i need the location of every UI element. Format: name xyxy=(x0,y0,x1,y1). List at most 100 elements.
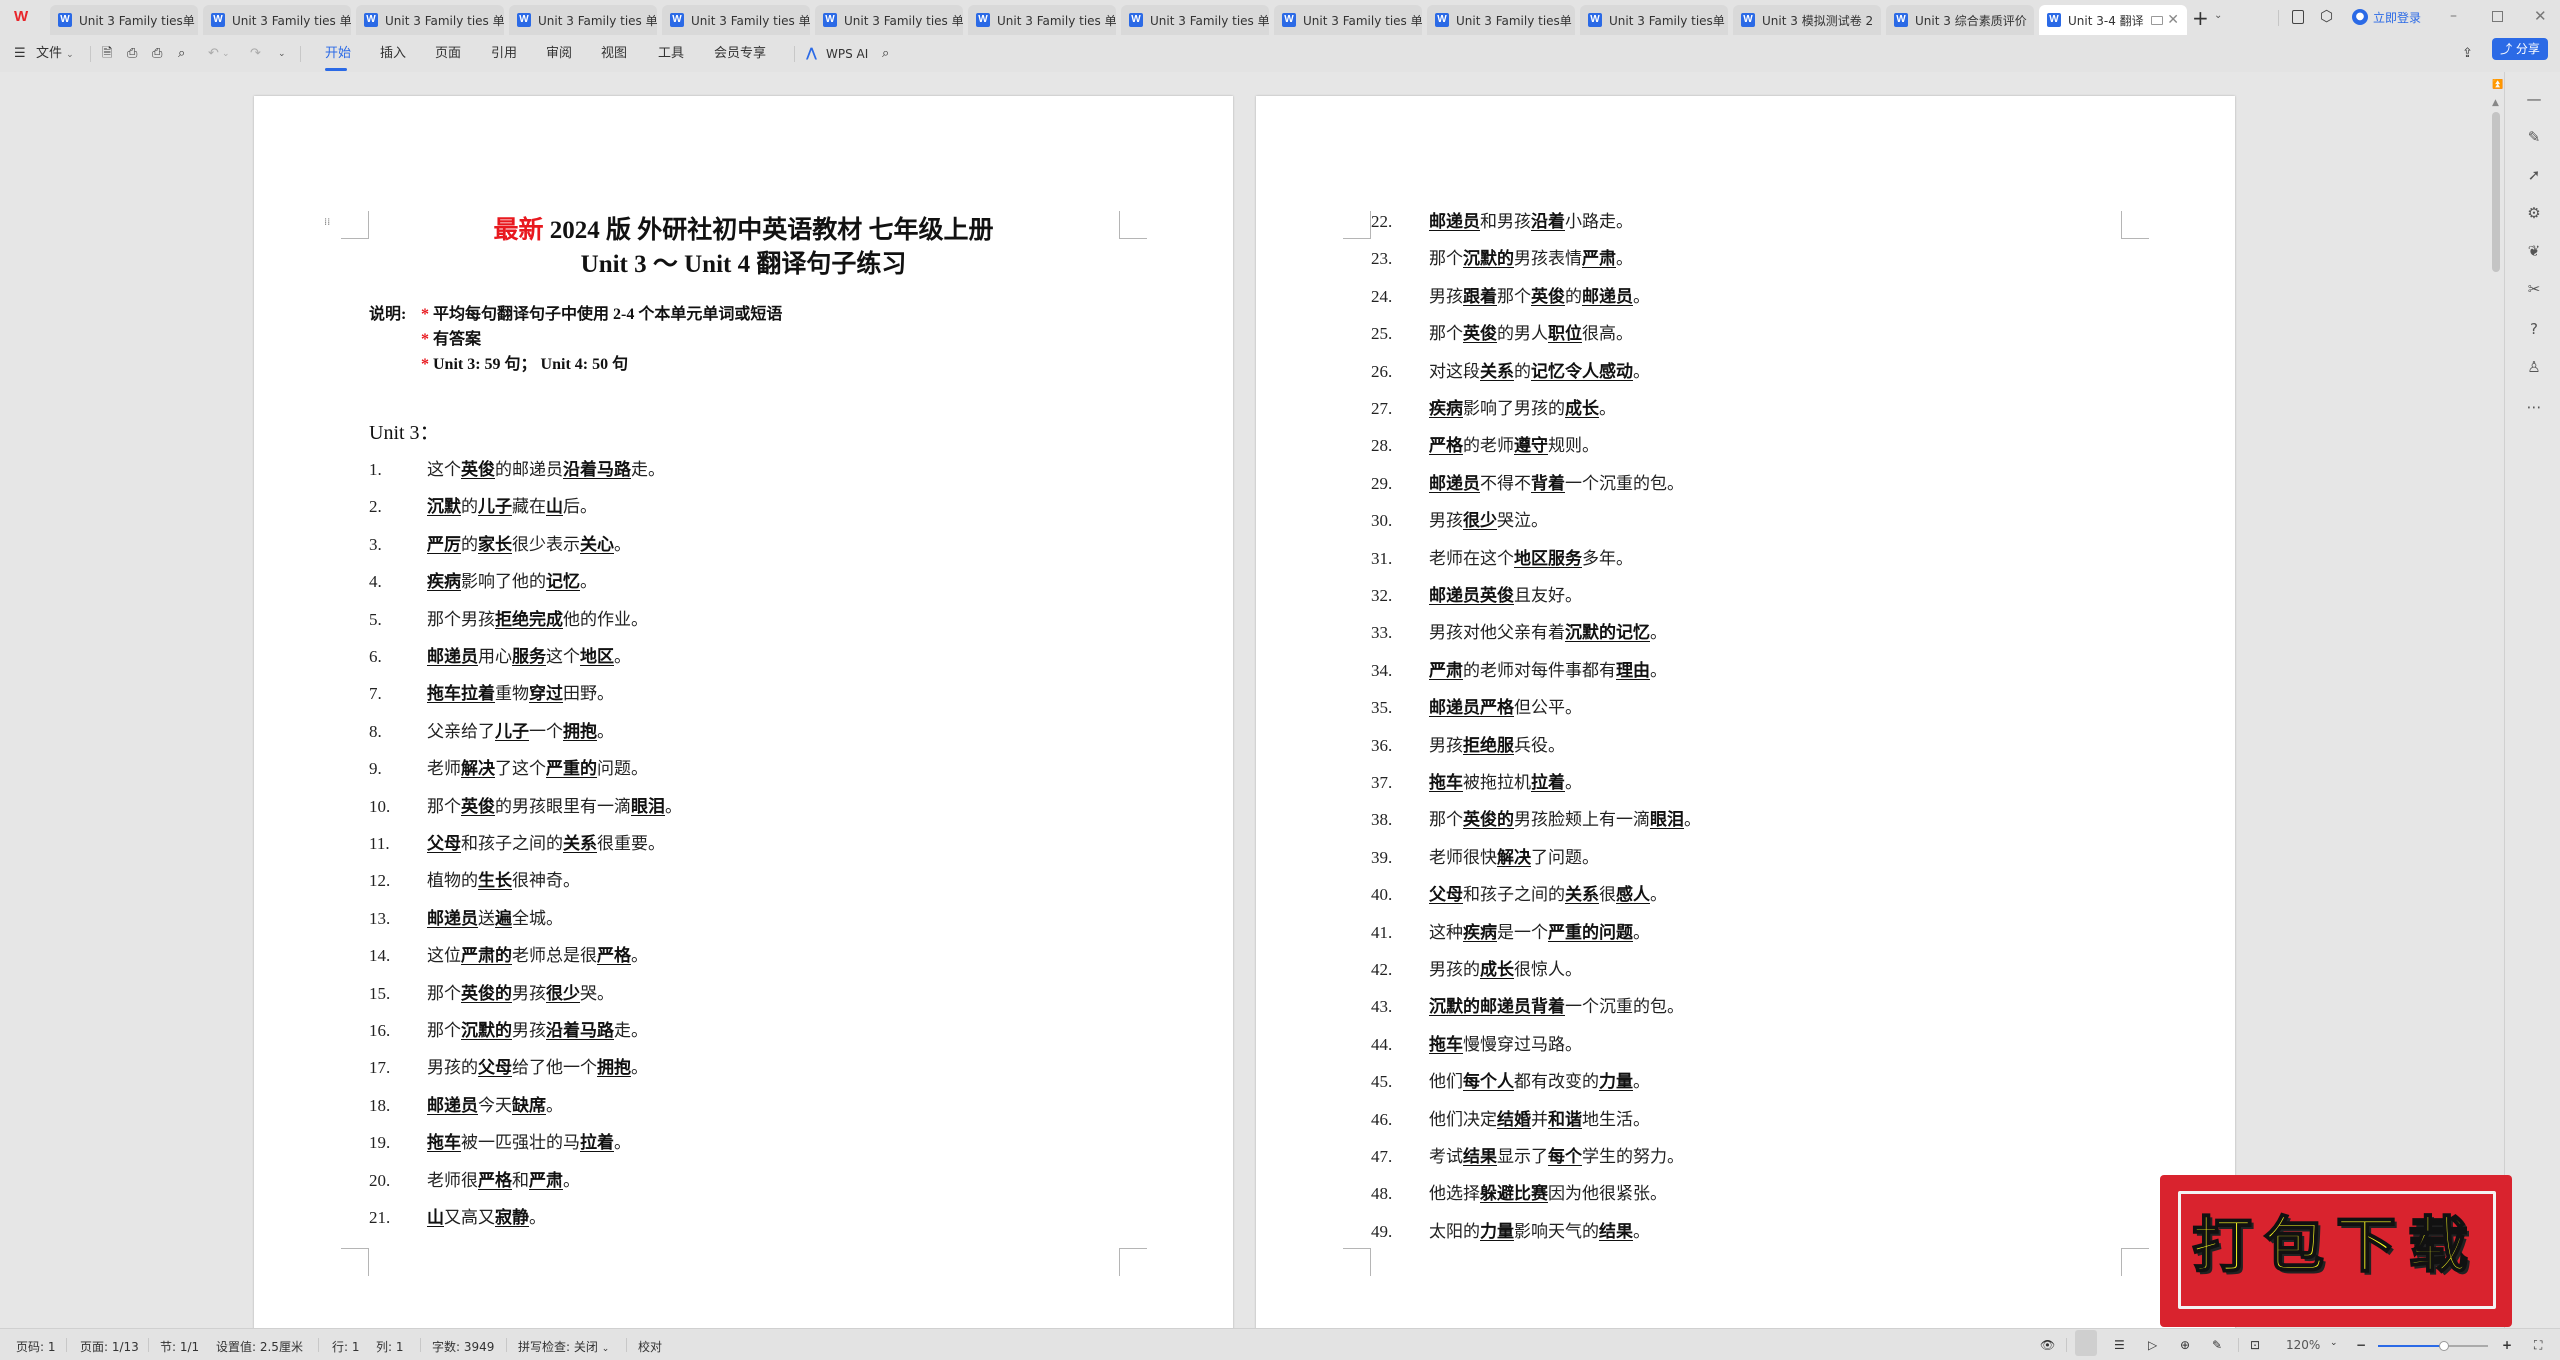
print-icon[interactable]: ⎙ xyxy=(152,44,162,64)
text-segment: 太阳的 xyxy=(1429,1221,1480,1242)
zoom-slider-handle[interactable] xyxy=(2439,1341,2449,1351)
export-pdf-icon[interactable]: ⎙ xyxy=(127,44,137,64)
text-segment: 和孩子之间的 xyxy=(1463,885,1565,906)
sentence-number: 13. xyxy=(369,908,391,928)
more-chevron-icon[interactable]: ⌄ xyxy=(278,44,286,64)
select-cursor-icon[interactable]: ➚ xyxy=(2525,166,2543,184)
keyword: 父母 xyxy=(1429,885,1463,906)
keyword: 很少 xyxy=(546,983,580,1004)
share-button[interactable]: ⤴ 分享 xyxy=(2492,38,2548,60)
cube-icon[interactable]: ⬡ xyxy=(2320,7,2333,25)
tab-label: Unit 3 Family ties单 xyxy=(1456,13,1572,28)
sentence-number: 15. xyxy=(369,983,391,1003)
ribbon-tab[interactable]: 工具 xyxy=(658,44,684,64)
keyword: 力量 xyxy=(1599,1072,1633,1093)
undo-icon[interactable]: ↶ xyxy=(208,44,219,64)
document-tab[interactable]: W Unit 3 Family ties 单 xyxy=(1274,5,1422,35)
column-info: 列: 1 xyxy=(376,1340,404,1354)
collapse-panel-icon[interactable]: — xyxy=(2525,90,2543,108)
document-tab[interactable]: W Unit 3 模拟测试卷 2 xyxy=(1733,5,1881,35)
adjust-sliders-icon[interactable]: ⚙ xyxy=(2525,204,2543,222)
tools-icon[interactable]: ✂ xyxy=(2525,280,2543,298)
document-tab[interactable]: W Unit 3 综合素质评价 xyxy=(1886,5,2034,35)
note-item: * 平均每句翻译句子中使用 2-4 个本单元单词或短语 xyxy=(421,306,783,323)
text-segment: 很重要。 xyxy=(597,834,665,854)
zoom-chevron-icon[interactable]: ⌄ xyxy=(2330,1338,2338,1348)
print-preview-icon[interactable]: ⌕ xyxy=(178,44,185,64)
setting-value[interactable]: 设置值: 2.5厘米 xyxy=(216,1338,303,1355)
close-window-button[interactable]: ✕ xyxy=(2534,7,2547,25)
pen-mode-icon[interactable]: ✎ xyxy=(2212,1338,2222,1352)
keyword: 山 xyxy=(546,497,563,518)
document-tab[interactable]: W Unit 3-4 翻译 ✕ xyxy=(2039,5,2187,35)
skin-shirt-icon[interactable]: ♙ xyxy=(2525,358,2543,376)
login-link[interactable]: 立即登录 xyxy=(2373,9,2421,26)
more-options-icon[interactable]: ⋯ xyxy=(2525,398,2543,416)
vertical-scrollbar[interactable] xyxy=(2492,112,2500,272)
zoom-level[interactable]: 120% xyxy=(2286,1338,2320,1352)
new-tab-button[interactable]: + xyxy=(2192,6,2209,30)
fullscreen-icon[interactable]: ⛶ xyxy=(2534,1338,2542,1353)
document-tab[interactable]: W Unit 3 Family ties单 xyxy=(50,5,198,35)
restore-button[interactable] xyxy=(2492,11,2503,22)
reading-mode-eye-icon[interactable]: 👁 xyxy=(2040,1338,2055,1352)
zoom-in-button[interactable]: + xyxy=(2502,1338,2512,1352)
document-tab[interactable]: W Unit 3 Family ties 单 xyxy=(356,5,504,35)
undo-chevron-icon[interactable]: ⌄ xyxy=(222,44,230,64)
outline-view-icon[interactable]: ☰ xyxy=(2114,1338,2125,1352)
word-count[interactable]: 字数: 3949 xyxy=(432,1338,494,1355)
spell-check-toggle[interactable]: 拼写检查: 关闭 ⌄ xyxy=(518,1338,609,1355)
sentence-text: 那个英俊的男孩眼里有一滴眼泪。 xyxy=(427,792,682,822)
scroll-up-icon[interactable]: ▲ xyxy=(2492,98,2499,108)
word-doc-icon: W xyxy=(1129,13,1143,27)
page-count[interactable]: 页面: 1/13 xyxy=(80,1338,139,1355)
redo-icon[interactable]: ↷ xyxy=(250,44,261,64)
page-number[interactable]: 页码: 1 xyxy=(16,1338,56,1355)
cloud-upload-icon[interactable]: ⇪ xyxy=(2462,44,2473,64)
download-package-banner[interactable]: 打包下载 xyxy=(2160,1175,2512,1327)
keyword: 寂静 xyxy=(495,1208,529,1228)
text-segment: 被拖拉机 xyxy=(1463,773,1531,793)
ribbon-tab[interactable]: 审阅 xyxy=(546,44,572,64)
section-info[interactable]: 节: 1/1 xyxy=(160,1338,199,1355)
close-tab-icon[interactable]: ✕ xyxy=(2167,12,2179,28)
help-icon[interactable]: ? xyxy=(2525,320,2543,338)
ribbon-tab[interactable]: 页面 xyxy=(435,44,461,64)
minimize-button[interactable]: – xyxy=(2450,8,2457,24)
document-tab[interactable]: W Unit 3 Family ties 单 xyxy=(509,5,657,35)
document-page-1[interactable]: ⁞⁞ 最新 2024 版 外研社初中英语教材 七年级上册 Unit 3 ～ Un… xyxy=(254,96,1233,1336)
wps-ai-button[interactable]: WPS AI xyxy=(826,44,868,64)
ribbon-tab[interactable]: 插入 xyxy=(380,44,406,64)
pen-edit-icon[interactable]: ✎ xyxy=(2525,128,2543,146)
document-tab[interactable]: W Unit 3 Family ties单 xyxy=(1427,5,1575,35)
style-brush-icon[interactable]: ❦ xyxy=(2525,242,2543,260)
ribbon-tab[interactable]: 开始 xyxy=(325,44,351,64)
proofread-button[interactable]: 校对 xyxy=(638,1338,662,1355)
document-tab[interactable]: W Unit 3 Family ties单 xyxy=(1580,5,1728,35)
hamburger-menu-icon[interactable]: ☰ xyxy=(14,44,26,64)
ribbon-tab[interactable]: 视图 xyxy=(601,44,627,64)
document-tab[interactable]: W Unit 3 Family ties 单 xyxy=(1121,5,1269,35)
zoom-out-button[interactable]: − xyxy=(2356,1338,2366,1352)
scroll-top-icon[interactable]: ⏫ xyxy=(2492,80,2503,90)
sentence-text: 植物的生长很神奇。 xyxy=(427,866,580,896)
zoom-slider[interactable] xyxy=(2378,1341,2488,1351)
file-menu-button[interactable]: 文件 ⌄ xyxy=(36,44,74,64)
ribbon-tab[interactable]: 引用 xyxy=(491,44,517,64)
monitor-icon[interactable] xyxy=(2151,15,2164,25)
document-tab[interactable]: W Unit 3 Family ties 单 xyxy=(968,5,1116,35)
document-tab[interactable]: W Unit 3 Family ties 单 xyxy=(815,5,963,35)
search-icon[interactable]: ⌕ xyxy=(882,44,889,64)
web-view-globe-icon[interactable]: ⊕ xyxy=(2180,1338,2190,1352)
ribbon-tab[interactable]: 会员专享 xyxy=(714,44,766,64)
document-page-2[interactable]: 22. 邮递员和男孩沿着小路走。 23. 那个沉默的男孩表情严肃。 24. 男孩跟着那个英… xyxy=(1256,96,2235,1336)
document-tab[interactable]: W Unit 3 Family ties 单 xyxy=(662,5,810,35)
user-avatar-icon[interactable]: ● xyxy=(2352,9,2368,25)
wps-logo-icon[interactable]: W xyxy=(14,8,36,28)
tab-list-chevron-icon[interactable]: ⌄ xyxy=(2214,10,2222,21)
window-layout-icon[interactable] xyxy=(2292,10,2304,24)
play-icon[interactable]: ▷ xyxy=(2148,1338,2157,1352)
save-icon[interactable]: 🗎 xyxy=(102,44,112,64)
fit-page-icon[interactable]: ⊡ xyxy=(2250,1338,2260,1352)
document-tab[interactable]: W Unit 3 Family ties 单 xyxy=(203,5,351,35)
